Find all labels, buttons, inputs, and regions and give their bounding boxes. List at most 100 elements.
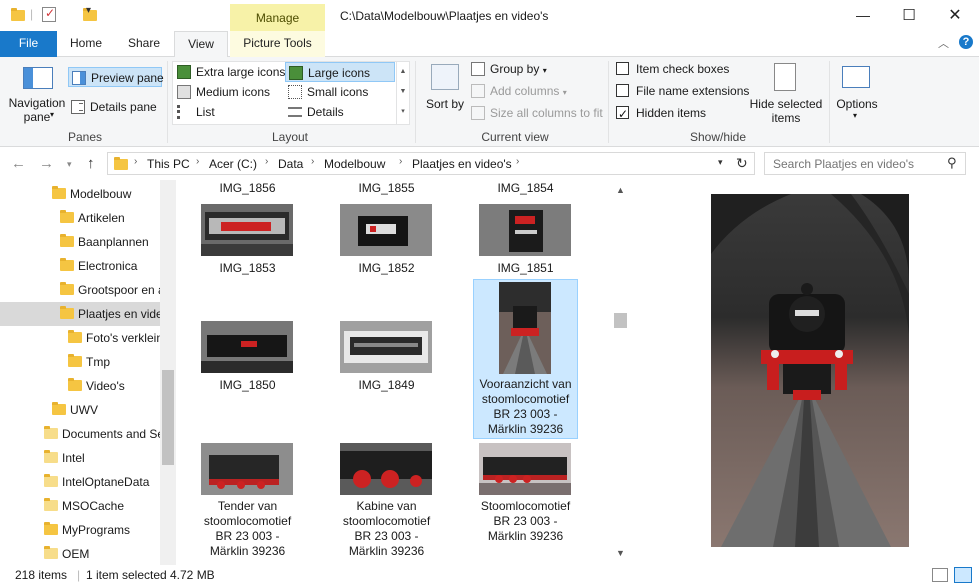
tab-file[interactable]: File xyxy=(0,31,57,57)
large-icons-view-icon[interactable] xyxy=(954,567,972,583)
nav-item-label: Foto's verklein xyxy=(86,331,160,345)
group-by-label: Group by xyxy=(490,62,540,76)
tab-picture-tools[interactable]: Picture Tools xyxy=(230,31,325,57)
add-columns-button[interactable]: Add columns ▾ xyxy=(468,81,598,101)
tab-share[interactable]: Share xyxy=(118,31,170,57)
file-item-vooraanzicht[interactable]: Vooraanzicht van stoomlocomotief BR 23 0… xyxy=(473,279,578,439)
file-item-img-1853[interactable]: IMG_1853 xyxy=(195,200,300,278)
nav-pane-scroll-thumb[interactable] xyxy=(162,370,174,465)
nav-item-videos[interactable]: Video's xyxy=(0,374,160,398)
layout-option-list[interactable]: List xyxy=(174,102,286,122)
address-bar[interactable]: › This PC › Acer (C:) › Data › Modelbouw… xyxy=(107,152,755,175)
hide-selected-items-button[interactable]: Hide selected items xyxy=(748,61,824,127)
search-input[interactable] xyxy=(765,153,940,174)
search-icon[interactable]: ⚲ xyxy=(947,155,957,171)
layout-option-medium-icons[interactable]: Medium icons xyxy=(174,82,286,102)
layout-option-large-icons[interactable]: Large icons xyxy=(285,62,395,82)
group-by-button[interactable]: Group by ▾ xyxy=(468,59,598,79)
nav-item-tmp[interactable]: Tmp xyxy=(0,350,160,374)
chevron-right-icon[interactable]: › xyxy=(516,156,519,167)
nav-item-electronica[interactable]: Electronica xyxy=(0,254,160,278)
help-icon[interactable]: ? xyxy=(959,35,973,49)
collapse-ribbon-icon[interactable]: ︿ xyxy=(938,35,949,51)
chevron-right-icon[interactable]: › xyxy=(311,156,314,167)
nav-item-oem[interactable]: OEM xyxy=(0,542,160,565)
nav-item-inteloptanedata[interactable]: IntelOptaneData xyxy=(0,470,160,494)
minimize-button[interactable]: — xyxy=(840,0,886,31)
scroll-up-icon[interactable]: ▲ xyxy=(616,185,625,195)
file-item-img-1851[interactable]: IMG_1851 xyxy=(473,200,578,278)
nav-item-plaatjes-en-videos[interactable]: Plaatjes en vide xyxy=(0,302,160,326)
nav-item-msocache[interactable]: MSOCache xyxy=(0,494,160,518)
layout-option-extra-large-icons[interactable]: Extra large icons xyxy=(174,62,286,82)
address-dropdown-icon[interactable]: ▾ xyxy=(718,157,723,168)
back-arrow-icon[interactable]: ← xyxy=(11,155,26,172)
breadcrumb-current[interactable]: Plaatjes en video's xyxy=(412,157,512,171)
close-button[interactable]: ✕ xyxy=(932,0,978,31)
file-view-scroll-thumb[interactable] xyxy=(614,313,627,328)
file-item-img-1850[interactable]: IMG_1850 xyxy=(195,317,300,395)
search-box[interactable]: ⚲ xyxy=(764,152,966,175)
nav-item-modelbouw[interactable]: Modelbouw xyxy=(0,182,160,206)
checkbox-checked[interactable] xyxy=(616,104,629,124)
divider xyxy=(415,61,416,143)
file-name-extensions-toggle[interactable]: File name extensions xyxy=(614,81,749,101)
customize-quick-access-icon[interactable]: ▾ xyxy=(86,5,91,16)
details-view-icon[interactable] xyxy=(932,568,948,582)
scroll-down-icon[interactable]: ▼ xyxy=(616,548,625,558)
nav-item-grootspoor[interactable]: Grootspoor en a xyxy=(0,278,160,302)
nav-item-baanplannen[interactable]: Baanplannen xyxy=(0,230,160,254)
up-arrow-icon[interactable]: ↑ xyxy=(87,155,95,172)
nav-item-fotos-verkleind[interactable]: Foto's verklein xyxy=(0,326,160,350)
file-item-img-1856[interactable]: IMG_1856 xyxy=(195,181,300,196)
file-item-img-1849[interactable]: IMG_1849 xyxy=(334,317,439,395)
extra-large-icons-icon xyxy=(177,65,191,79)
refresh-icon[interactable]: ↻ xyxy=(736,155,748,172)
chevron-right-icon[interactable]: › xyxy=(399,156,402,167)
sort-by-button[interactable]: Sort by xyxy=(424,61,466,127)
chevron-right-icon[interactable]: › xyxy=(265,156,268,167)
item-check-boxes-toggle[interactable]: Item check boxes xyxy=(614,59,744,79)
layout-option-small-icons[interactable]: Small icons xyxy=(285,82,395,102)
forward-arrow-icon[interactable]: → xyxy=(39,155,54,172)
nav-item-intel[interactable]: Intel xyxy=(0,446,160,470)
nav-item-artikelen[interactable]: Artikelen xyxy=(0,206,160,230)
properties-icon[interactable]: ✓ xyxy=(42,6,56,22)
nav-item-documents-and-settings[interactable]: Documents and Se xyxy=(0,422,160,446)
photo-thumbnail xyxy=(340,443,432,495)
checkbox[interactable] xyxy=(616,62,629,75)
breadcrumb-drive[interactable]: Acer (C:) xyxy=(209,157,257,171)
layout-option-details[interactable]: Details xyxy=(285,102,395,122)
navigation-pane-button[interactable]: Navigation pane ▾ xyxy=(6,63,68,127)
file-item-tender[interactable]: Tender van stoomlocomotief BR 23 003 - M… xyxy=(195,439,300,565)
chevron-right-icon[interactable]: › xyxy=(196,156,199,167)
file-item-stoomlocomotief[interactable]: Stoomlocomotief BR 23 003 - Märklin 3923… xyxy=(473,439,578,565)
nav-item-uwv[interactable]: UWV xyxy=(0,398,160,422)
options-button[interactable]: Options ▾ xyxy=(834,61,880,127)
checkbox[interactable] xyxy=(616,84,629,97)
details-pane-button[interactable]: Details pane xyxy=(68,97,162,117)
breadcrumb-modelbouw[interactable]: Modelbouw xyxy=(324,157,385,171)
recent-locations-icon[interactable]: ▾ xyxy=(67,159,72,170)
file-item-kabine[interactable]: Kabine van stoomlocomotief BR 23 003 - M… xyxy=(334,439,439,565)
maximize-button[interactable]: ☐ xyxy=(886,0,932,31)
file-item-img-1855[interactable]: IMG_1855 xyxy=(334,181,439,196)
show-hide-group-label: Show/hide xyxy=(689,130,747,144)
breadcrumb-data[interactable]: Data xyxy=(278,157,303,171)
size-all-columns-button[interactable]: Size all columns to fit xyxy=(468,103,608,123)
nav-item-myprograms[interactable]: MyPrograms xyxy=(0,518,160,542)
nav-item-label: OEM xyxy=(62,547,90,561)
file-name: IMG_1851 xyxy=(497,261,554,275)
layout-gallery-scroll[interactable]: ▲ ▼ ▾ xyxy=(396,62,409,124)
file-view-scrollbar[interactable]: ▲ ▼ xyxy=(612,180,629,565)
file-item-img-1854[interactable]: IMG_1854 xyxy=(473,181,578,196)
chevron-right-icon[interactable]: › xyxy=(134,156,137,167)
breadcrumb-this-pc[interactable]: This PC xyxy=(147,157,190,171)
tab-home[interactable]: Home xyxy=(60,31,112,57)
preview-pane-button[interactable]: Preview pane xyxy=(68,67,164,87)
tab-view[interactable]: View xyxy=(174,31,228,58)
hidden-items-toggle[interactable]: Hidden items xyxy=(614,103,744,124)
file-item-img-1852[interactable]: IMG_1852 xyxy=(334,200,439,278)
manage-tab[interactable]: Manage xyxy=(230,4,325,32)
nav-item-label: MSOCache xyxy=(62,499,125,513)
